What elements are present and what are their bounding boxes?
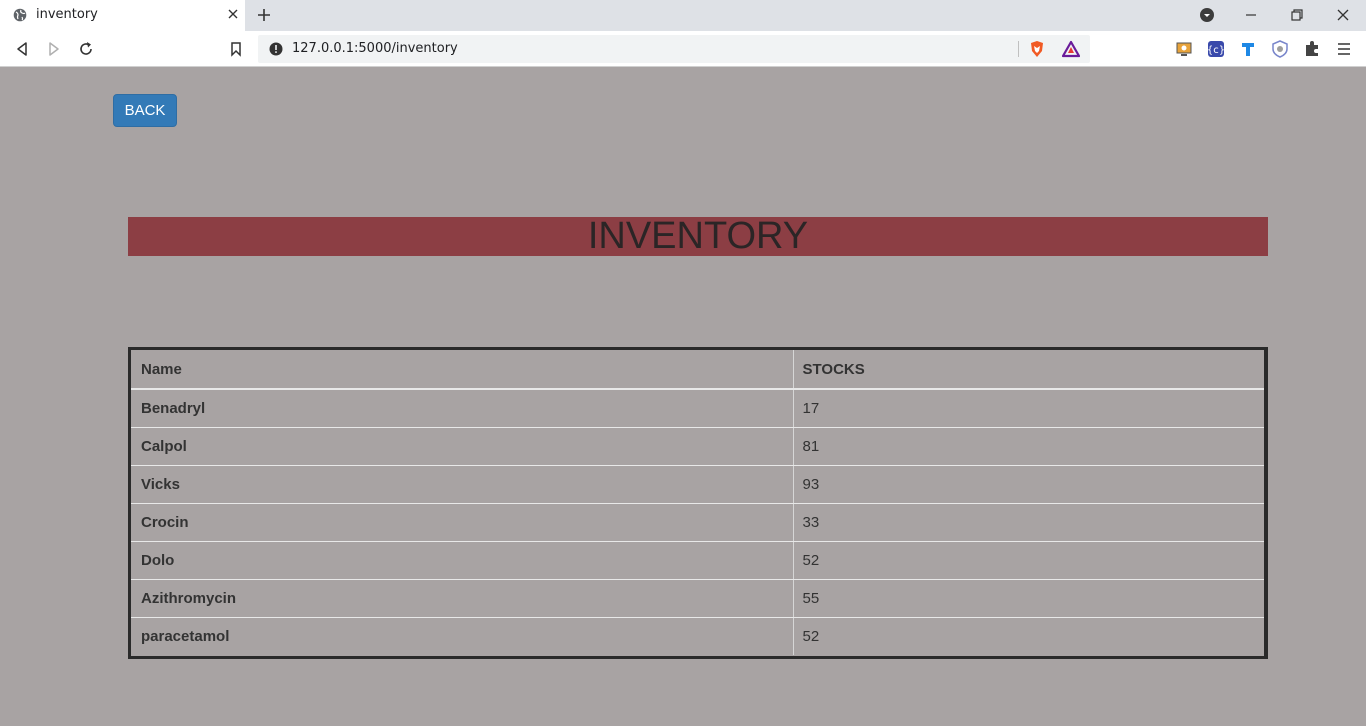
menu-icon[interactable] bbox=[1335, 40, 1353, 58]
forward-arrow-icon[interactable] bbox=[45, 40, 63, 58]
inventory-table-container: Name STOCKS Benadryl 17 Calpol 81 Vicks … bbox=[128, 347, 1268, 659]
url-text: 127.0.0.1:5000/inventory bbox=[292, 41, 458, 56]
tab-strip: inventory bbox=[0, 0, 1366, 31]
new-tab-icon[interactable] bbox=[256, 7, 272, 23]
stock-count: 52 bbox=[793, 541, 1264, 580]
extension-monitor-icon[interactable] bbox=[1175, 40, 1193, 58]
extension-bracket-icon[interactable]: {c} bbox=[1207, 40, 1225, 58]
extension-shield-icon[interactable] bbox=[1271, 40, 1289, 58]
close-tab-icon[interactable] bbox=[225, 6, 241, 22]
table-row: Dolo 52 bbox=[131, 541, 1264, 580]
medicine-name: Dolo bbox=[131, 541, 794, 580]
table-row: Crocin 33 bbox=[131, 503, 1264, 542]
medicine-name: Vicks bbox=[131, 465, 794, 504]
medicine-name: Azithromycin bbox=[131, 579, 794, 618]
inventory-heading-bar: INVENTORY bbox=[128, 217, 1268, 256]
stock-count: 52 bbox=[802, 627, 820, 645]
address-bar[interactable]: 127.0.0.1:5000/inventory bbox=[258, 35, 1090, 63]
close-window-icon[interactable] bbox=[1335, 7, 1351, 23]
medicine-name: paracetamol bbox=[131, 617, 794, 655]
bookmark-icon[interactable] bbox=[227, 40, 245, 58]
minimize-icon[interactable] bbox=[1243, 7, 1259, 23]
page-title: INVENTORY bbox=[587, 215, 809, 257]
restore-icon[interactable] bbox=[1289, 7, 1305, 23]
browser-tab[interactable]: inventory bbox=[0, 0, 245, 31]
omnibox-divider bbox=[1018, 41, 1019, 57]
table-row: Calpol 81 bbox=[131, 427, 1264, 466]
stock-count: 81 bbox=[793, 427, 1264, 466]
svg-text:{c}: {c} bbox=[1207, 45, 1225, 56]
table-row: Azithromycin 55 bbox=[131, 579, 1264, 618]
extension-fork-icon[interactable] bbox=[1239, 40, 1257, 58]
reload-icon[interactable] bbox=[77, 40, 95, 58]
column-header-name: Name bbox=[131, 350, 794, 390]
stock-count: 55 bbox=[793, 579, 1264, 618]
stock-count: 33 bbox=[793, 503, 1264, 542]
brave-shield-icon[interactable] bbox=[1028, 40, 1046, 58]
tab-title: inventory bbox=[36, 7, 98, 22]
column-header-stocks: STOCKS bbox=[793, 350, 1264, 390]
extensions-puzzle-icon[interactable] bbox=[1303, 40, 1321, 58]
stock-count: 93 bbox=[793, 465, 1264, 504]
table-header-row: Name STOCKS bbox=[131, 350, 1264, 390]
browser-toolbar: 127.0.0.1:5000/inventory {c} bbox=[0, 31, 1366, 67]
back-arrow-icon[interactable] bbox=[13, 40, 31, 58]
medicine-name: Crocin bbox=[131, 503, 794, 542]
medicine-name: Calpol bbox=[131, 427, 794, 466]
medicine-name: Benadryl bbox=[131, 389, 794, 428]
brave-rewards-icon[interactable] bbox=[1062, 40, 1080, 58]
table-row: paracetamol 52 bbox=[131, 617, 1264, 655]
tab-search-icon[interactable] bbox=[1199, 7, 1215, 23]
table-row: Vicks 93 bbox=[131, 465, 1264, 504]
back-button[interactable]: BACK bbox=[113, 94, 177, 127]
info-icon[interactable] bbox=[269, 42, 283, 56]
table-row: Benadryl 17 bbox=[131, 389, 1264, 428]
inventory-table: Name STOCKS Benadryl 17 Calpol 81 Vicks … bbox=[131, 350, 1264, 655]
globe-icon bbox=[13, 8, 27, 22]
stock-count: 17 bbox=[793, 389, 1264, 428]
